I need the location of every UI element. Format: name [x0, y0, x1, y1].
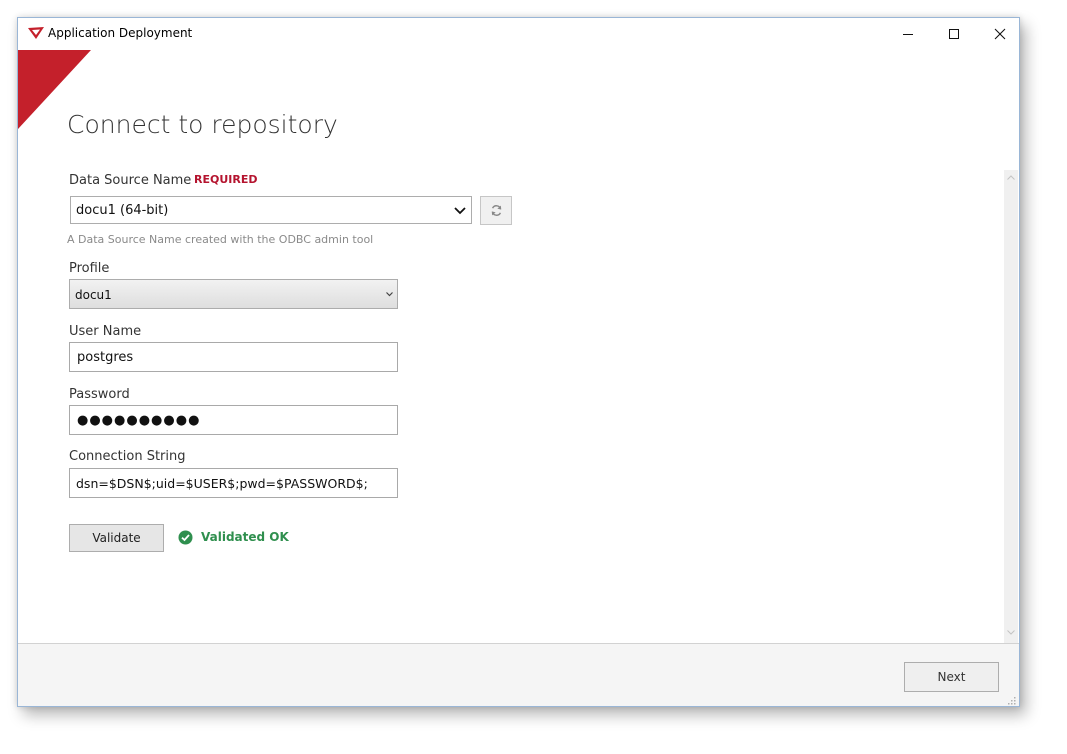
close-icon — [994, 28, 1006, 40]
vertical-scrollbar[interactable] — [1004, 170, 1018, 643]
chevron-down-icon — [454, 207, 466, 215]
password-label: Password — [69, 387, 130, 402]
minimize-icon — [903, 34, 913, 35]
password-input[interactable] — [69, 405, 398, 435]
close-button[interactable] — [977, 18, 1019, 50]
user-name-label: User Name — [69, 324, 142, 339]
dsn-dropdown[interactable]: docu1 (64-bit) — [70, 196, 472, 224]
dsn-hint-text: A Data Source Name created with the ODBC… — [67, 233, 374, 246]
dsn-selected-value: docu1 (64-bit) — [76, 203, 169, 218]
scroll-down-icon[interactable] — [1007, 630, 1015, 635]
connection-string-label: Connection String — [69, 449, 186, 464]
user-name-input[interactable] — [69, 342, 398, 372]
next-button[interactable]: Next — [904, 662, 999, 692]
footer-bar: Next — [18, 643, 1019, 706]
app-logo-icon — [28, 27, 44, 39]
minimize-button[interactable] — [885, 18, 931, 50]
page-title: Connect to repository — [67, 110, 338, 139]
maximize-button[interactable] — [931, 18, 977, 50]
profile-dropdown[interactable]: docu1 — [69, 279, 398, 309]
profile-selected-value: docu1 — [75, 288, 112, 302]
refresh-icon — [491, 205, 502, 216]
validate-button[interactable]: Validate — [69, 524, 164, 552]
required-badge: REQUIRED — [194, 173, 258, 186]
resize-grip-icon[interactable] — [1007, 696, 1016, 705]
validation-status: Validated OK — [201, 530, 289, 544]
app-window: Application Deployment Connect to reposi… — [17, 17, 1020, 707]
window-title: Application Deployment — [48, 26, 193, 40]
title-bar[interactable]: Application Deployment — [18, 18, 1019, 50]
connection-string-input[interactable] — [69, 468, 398, 498]
scroll-up-icon[interactable] — [1007, 175, 1015, 180]
dsn-label: Data Source Name — [69, 173, 192, 188]
maximize-icon — [949, 29, 959, 39]
profile-label: Profile — [69, 261, 110, 276]
check-circle-icon — [178, 530, 193, 545]
refresh-dsn-button[interactable] — [480, 196, 512, 225]
chevron-down-icon — [386, 292, 393, 297]
